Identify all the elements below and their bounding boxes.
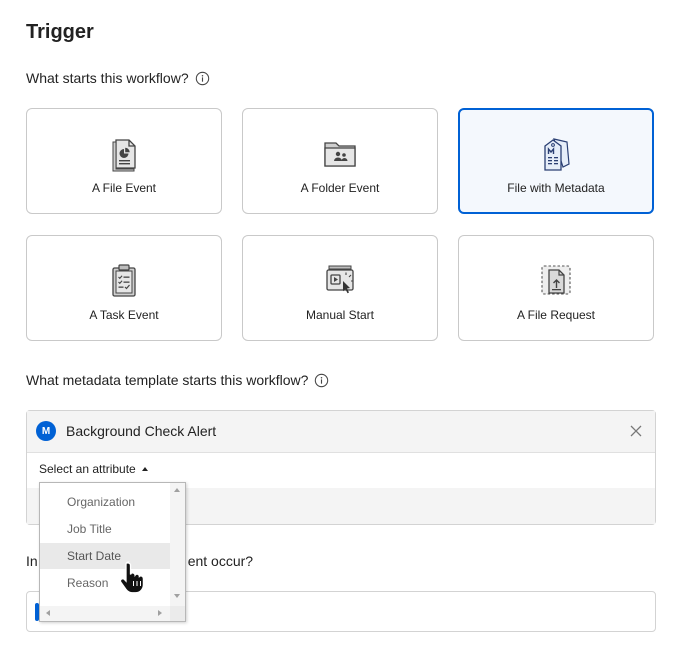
metadata-question-text: What metadata template starts this workf… [26, 372, 309, 388]
option-label: Manual Start [305, 308, 375, 322]
option-label: File with Metadata [507, 181, 605, 195]
trigger-question-text: What starts this workflow? [26, 70, 189, 86]
dropdown-option-start-date[interactable]: Start Date [40, 543, 170, 569]
option-file-event[interactable]: A File Event [26, 108, 222, 214]
file-request-icon [541, 265, 571, 295]
option-file-request[interactable]: A File Request [458, 235, 654, 341]
option-label: A Folder Event [300, 181, 380, 195]
option-label: A File Event [91, 181, 157, 195]
clipboard-task-icon [112, 264, 136, 297]
trigger-question: What starts this workflow? [26, 70, 210, 86]
scroll-right-arrow-icon[interactable] [158, 610, 162, 616]
option-label: A File Request [516, 308, 596, 322]
metadata-template-header: M Background Check Alert [27, 411, 655, 453]
file-chart-icon [112, 139, 136, 172]
attribute-select-label: Select an attribute [39, 462, 136, 476]
scrollbar-corner [170, 606, 185, 621]
attribute-select[interactable]: Select an attribute [39, 462, 148, 476]
option-label: A Task Event [89, 308, 159, 322]
close-icon[interactable] [629, 424, 643, 438]
option-task-event[interactable]: A Task Event [26, 235, 222, 341]
metadata-template-name: Background Check Alert [66, 423, 217, 439]
folder-people-icon [324, 142, 356, 167]
option-folder-event[interactable]: A Folder Event [242, 108, 438, 214]
info-icon[interactable] [314, 373, 329, 388]
metadata-template-badge: M [36, 421, 56, 441]
metadata-file-icon [544, 138, 570, 171]
option-manual-start[interactable]: Manual Start [242, 235, 438, 341]
scroll-up-arrow-icon[interactable] [174, 488, 180, 492]
caret-up-icon [141, 467, 148, 471]
hand-cursor-icon [119, 561, 145, 594]
scroll-left-arrow-icon[interactable] [46, 610, 50, 616]
horizontal-scrollbar[interactable] [40, 606, 170, 621]
dropdown-option-organization[interactable]: Organization [40, 489, 170, 515]
metadata-question: What metadata template starts this workf… [26, 372, 329, 388]
page-title: Trigger [26, 21, 94, 43]
dropdown-option-job-title[interactable]: Job Title [40, 516, 170, 542]
scroll-down-arrow-icon[interactable] [174, 594, 180, 598]
info-icon[interactable] [195, 71, 210, 86]
dropdown-option-reason[interactable]: Reason [40, 570, 170, 596]
event-question-end: ent occur? [187, 553, 254, 569]
attribute-dropdown[interactable]: Organization Job Title Start Date Reason [39, 482, 186, 622]
manual-start-icon [326, 265, 354, 294]
event-question-start: In [26, 553, 38, 569]
vertical-scrollbar[interactable] [170, 483, 185, 606]
option-file-with-metadata[interactable]: File with Metadata [458, 108, 654, 214]
